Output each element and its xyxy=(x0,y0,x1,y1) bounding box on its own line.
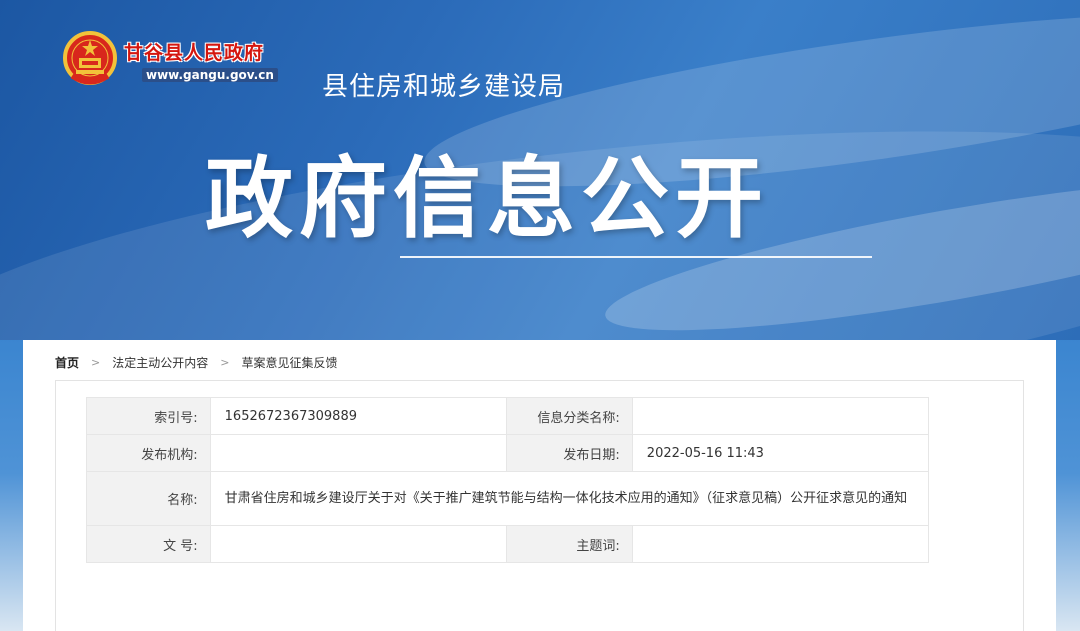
table-row: 发布机构: 发布日期: 2022-05-16 11:43 xyxy=(86,434,930,472)
index-value: 1652672367309889 xyxy=(209,397,508,435)
content-card: 首页 > 法定主动公开内容 > 草案意见征集反馈 索引号: 1652672367… xyxy=(23,340,1056,631)
index-label: 索引号: xyxy=(86,397,211,435)
name-label: 名称: xyxy=(86,471,211,526)
name-value: 甘肃省住房和城乡建设厅关于对《关于推广建筑节能与结构一体化技术应用的通知》（征求… xyxy=(209,471,930,526)
table-row: 索引号: 1652672367309889 信息分类名称: xyxy=(86,397,930,435)
breadcrumb-level2-link[interactable]: 草案意见征集反馈 xyxy=(241,354,337,371)
category-value xyxy=(631,397,930,435)
document-meta-table: 索引号: 1652672367309889 信息分类名称: 发布机构: 发布日期… xyxy=(86,397,930,563)
table-row: 名称: 甘肃省住房和城乡建设厅关于对《关于推广建筑节能与结构一体化技术应用的通知… xyxy=(86,471,930,526)
banner-title: 政府信息公开 xyxy=(205,147,770,250)
date-label: 发布日期: xyxy=(506,434,633,472)
docno-label: 文 号: xyxy=(86,525,211,563)
breadcrumb-separator: > xyxy=(220,356,230,369)
breadcrumb-home-link[interactable]: 首页 xyxy=(55,354,79,371)
breadcrumb-separator: > xyxy=(91,356,101,369)
publisher-label: 发布机构: xyxy=(86,434,211,472)
category-label: 信息分类名称: xyxy=(506,397,633,435)
keyword-value xyxy=(631,525,930,563)
site-name[interactable]: 甘谷县人民政府 xyxy=(124,38,264,65)
date-value: 2022-05-16 11:43 xyxy=(631,434,930,472)
breadcrumb-level1-link[interactable]: 法定主动公开内容 xyxy=(112,354,208,371)
docno-value xyxy=(209,525,508,563)
table-row: 文 号: 主题词: xyxy=(86,525,930,563)
department-name: 县住房和城乡建设局 xyxy=(322,72,566,102)
header-banner: 甘谷县人民政府 www.gangu.gov.cn 县住房和城乡建设局 政府信息公… xyxy=(0,0,1080,340)
site-url[interactable]: www.gangu.gov.cn xyxy=(142,68,278,82)
publisher-value xyxy=(209,434,508,472)
keyword-label: 主题词: xyxy=(506,525,633,563)
banner-title-underline xyxy=(400,256,872,258)
breadcrumb: 首页 > 法定主动公开内容 > 草案意见征集反馈 xyxy=(55,354,337,371)
national-emblem-icon[interactable] xyxy=(62,30,118,88)
